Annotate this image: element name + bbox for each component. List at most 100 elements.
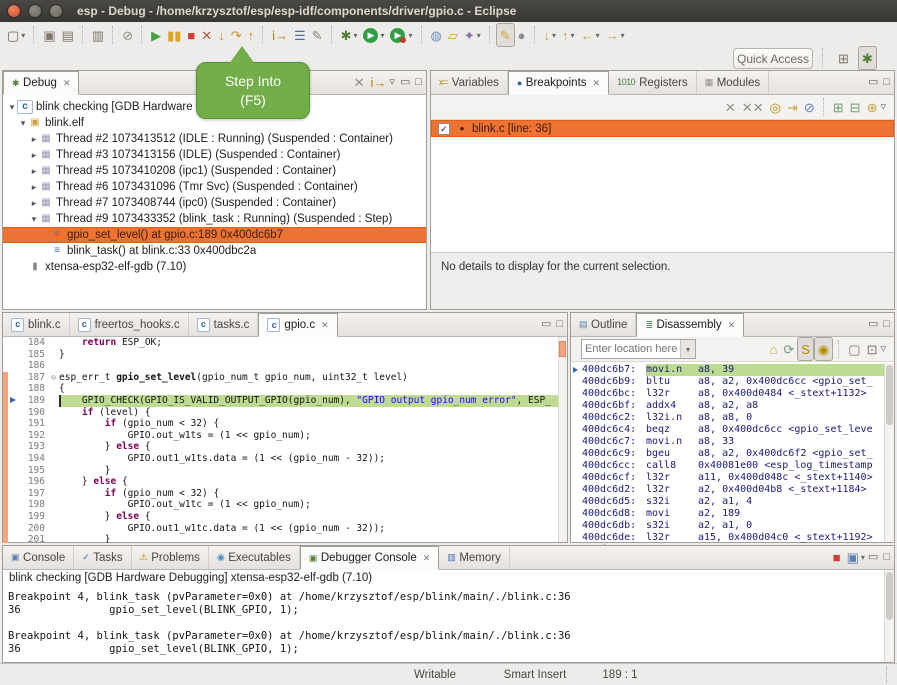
collapsed-arrow-icon[interactable]: ▸ (29, 166, 39, 177)
collapse-all-button[interactable]: ⊟ (847, 96, 864, 118)
tab-debug[interactable]: ✱Debug✕ (3, 71, 79, 95)
annotation-ruler-cell[interactable] (8, 499, 19, 511)
dropdown-arrow-icon[interactable]: ▾ (552, 31, 556, 40)
code-line[interactable]: 193 } else { (3, 441, 567, 453)
dropdown-arrow-icon[interactable]: ▾ (596, 31, 600, 40)
debug-tree-row[interactable]: ▮xtensa-esp32-elf-gdb (7.10) (3, 259, 426, 275)
disassembly-line[interactable]: 400dc6c4:beqza8, 0x400dc6cc <gpio_set_le… (571, 424, 894, 436)
go-to-file-button[interactable]: ⇥ (784, 96, 801, 118)
open-perspective-button[interactable]: ⊞ (835, 47, 852, 69)
minimize-icon[interactable]: ▭ (400, 77, 410, 88)
new-wizard-button[interactable]: ▢▾ (4, 24, 28, 46)
disassembly-line[interactable]: 400dc6b9:bltua8, a2, 0x400dc6cc <gpio_se… (571, 376, 894, 388)
debug-tree-row[interactable]: ▸▦Thread #7 1073408744 (ipc0) (Suspended… (3, 195, 426, 211)
collapsed-arrow-icon[interactable]: ▸ (29, 182, 39, 193)
step-return-button[interactable]: ↑ (245, 24, 258, 46)
code-line[interactable]: 195 } (3, 465, 567, 477)
close-tab-icon[interactable]: ✕ (321, 320, 329, 331)
step-into-button[interactable]: ↓ (215, 24, 228, 46)
annotation-ruler-cell[interactable] (8, 523, 19, 535)
disassembly-line[interactable]: 400dc6de:l32ra15, 0x400d04c0 <_stext+119… (571, 532, 894, 544)
disconnect-button[interactable]: ✕ (198, 24, 215, 46)
disassembly-line[interactable]: 400dc6bc:l32ra8, 0x400d0484 <_stext+1132… (571, 388, 894, 400)
window-maximize-button[interactable] (49, 4, 63, 18)
disassembly-line[interactable]: 400dc6cf:l32ra11, 0x400d048c <_stext+114… (571, 472, 894, 484)
dropdown-arrow-icon[interactable]: ▾ (477, 31, 481, 40)
annotation-ruler-cell[interactable] (8, 488, 19, 500)
annotation-ruler-cell[interactable] (8, 407, 19, 419)
go-to-pc-button[interactable]: ⌂ (766, 338, 780, 360)
stack-frame-row-selected[interactable]: ≡gpio_set_level() at gpio.c:189 0x400dc6… (3, 227, 426, 243)
dropdown-arrow-icon[interactable]: ▾ (408, 31, 412, 40)
dropdown-arrow-icon[interactable]: ▾ (21, 31, 25, 40)
tab-memory[interactable]: ▥Memory (439, 546, 510, 569)
dropdown-arrow-icon[interactable]: ▾ (621, 31, 625, 40)
code-line[interactable]: 189 GPIO_CHECK(GPIO_IS_VALID_OUTPUT_GPIO… (3, 395, 567, 407)
close-tab-icon[interactable]: ✕ (63, 78, 71, 89)
annotation-ruler-cell[interactable] (8, 430, 19, 442)
minimize-icon[interactable]: ▭ (868, 77, 878, 88)
remove-breakpoint-button[interactable]: ✕ (722, 96, 739, 118)
code-line[interactable]: 194 GPIO.out1_w1ts.data = (1 << (gpio_nu… (3, 453, 567, 465)
disassembly-listing[interactable]: 400dc6b7:movi.na8, 39400dc6b9:bltua8, a2… (571, 362, 894, 546)
suspend-button[interactable]: ▮▮ (164, 24, 184, 46)
run-button[interactable]: ▶▾ (360, 24, 387, 46)
console-output[interactable]: Breakpoint 4, blink_task (pvParameter=0x… (3, 587, 894, 656)
remove-all-breakpoints-button[interactable]: ✕✕ (739, 96, 767, 118)
disassembly-scrollbar[interactable] (884, 363, 894, 542)
display-selected-console-button[interactable]: ▣▾ (844, 547, 868, 569)
tab-variables[interactable]: x=Variables (431, 71, 508, 94)
disassembly-line[interactable]: 400dc6bf:addx4a8, a2, a8 (571, 400, 894, 412)
tab-tasks-c[interactable]: ctasks.c (189, 313, 259, 336)
maximize-icon[interactable]: □ (883, 77, 890, 88)
next-annotation-button[interactable]: ↓▾ (541, 24, 560, 46)
terminate-button[interactable]: ■ (184, 24, 198, 46)
close-tab-icon[interactable]: ✕ (423, 553, 431, 564)
close-tab-icon[interactable]: ✕ (593, 78, 601, 89)
debug-tree-row[interactable]: ▸▦Thread #2 1073413512 (IDLE : Running) … (3, 131, 426, 147)
collapsed-arrow-icon[interactable]: ▸ (29, 150, 39, 161)
external-tools-button[interactable]: ▶▾ (387, 24, 415, 46)
view-menu-icon[interactable]: ▿ (880, 102, 886, 113)
overview-ruler[interactable] (558, 337, 567, 542)
annotation-ruler-cell[interactable] (8, 465, 19, 477)
minimize-icon[interactable]: ▭ (868, 552, 878, 563)
tab-debugger-console[interactable]: ▣Debugger Console✕ (300, 546, 439, 570)
collapsed-arrow-icon[interactable]: ▸ (29, 198, 39, 209)
debug-tree-row[interactable]: ▸▦Thread #6 1073431096 (Tmr Svc) (Suspen… (3, 179, 426, 195)
disassembly-line[interactable]: 400dc6d2:l32ra2, 0x400d04b8 <_stext+1184… (571, 484, 894, 496)
disassembly-line[interactable]: 400dc6c9:bgeua8, a2, 0x400dc6f2 <gpio_se… (571, 448, 894, 460)
terminate-console-button[interactable]: ■ (830, 547, 844, 569)
view-menu-icon[interactable]: ▿ (389, 77, 395, 88)
instruction-stepping-mode-button[interactable]: i→ (269, 24, 291, 46)
annotation-ruler-cell[interactable] (8, 453, 19, 465)
fold-collapse-icon[interactable]: ⊖ (48, 372, 59, 384)
dropdown-arrow-icon[interactable]: ▾ (571, 31, 575, 40)
expanded-arrow-icon[interactable]: ▾ (18, 118, 28, 129)
debug-tree-row[interactable]: ▸▦Thread #5 1073410208 (ipc1) (Suspended… (3, 163, 426, 179)
code-line[interactable]: 187⊖esp_err_t gpio_set_level(gpio_num_t … (3, 372, 567, 384)
save-all-button[interactable]: ▤ (59, 24, 77, 46)
code-line[interactable]: 190 if (level) { (3, 407, 567, 419)
pin-view-button[interactable]: ⊡ (864, 338, 881, 360)
tab-modules[interactable]: ▦Modules (697, 71, 769, 94)
tab-executables[interactable]: ◉Executables (209, 546, 300, 569)
window-close-button[interactable] (7, 4, 21, 18)
view-menu-icon[interactable]: ▿ (880, 344, 886, 355)
expanded-arrow-icon[interactable]: ▾ (7, 102, 17, 113)
dropdown-arrow-icon[interactable]: ▾ (353, 31, 357, 40)
tab-disassembly[interactable]: ≣Disassembly✕ (636, 313, 744, 337)
tab-outline[interactable]: ▤Outline (571, 313, 636, 336)
code-line[interactable]: 188{ (3, 383, 567, 395)
resume-button[interactable]: ▶ (148, 24, 164, 46)
quick-access-button[interactable]: Quick Access (733, 48, 813, 69)
show-breakpoints-for-selection-button[interactable]: ◎ (767, 96, 784, 118)
code-editor[interactable]: 184 return ESP_OK;185}186187⊖esp_err_t g… (3, 337, 567, 543)
maximize-icon[interactable]: □ (883, 319, 890, 330)
search-wand-button[interactable]: ✦▾ (461, 24, 484, 46)
use-step-filters-button[interactable]: ☰ (291, 24, 309, 46)
annotation-ruler-cell[interactable] (8, 383, 19, 395)
debug-perspective-button[interactable]: ✱ (858, 46, 877, 70)
tab-console[interactable]: ▣Console (3, 546, 74, 569)
annotation-ruler-cell[interactable] (8, 395, 19, 407)
